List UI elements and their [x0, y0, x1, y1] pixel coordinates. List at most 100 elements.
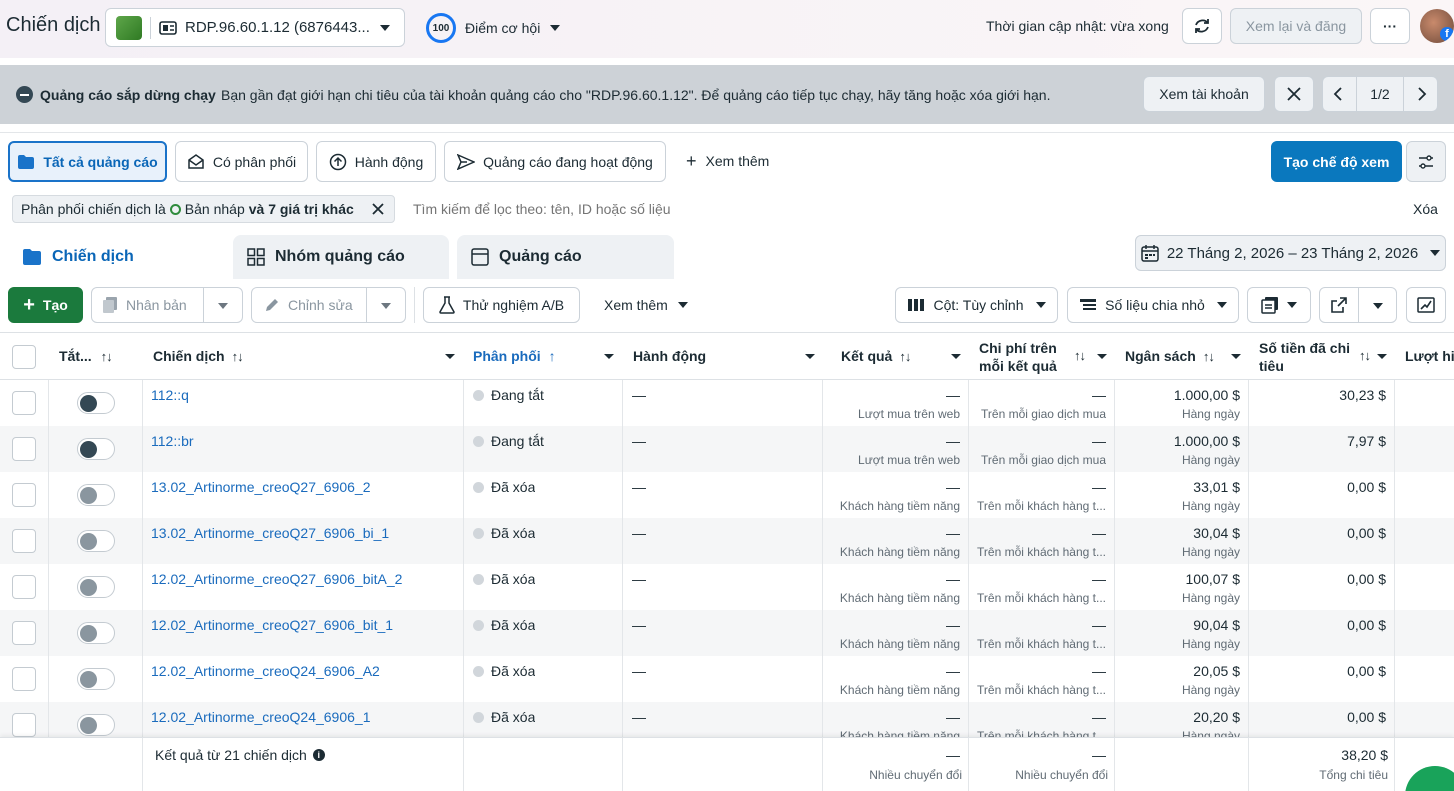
close-icon [1287, 87, 1301, 101]
campaign-toggle[interactable] [77, 484, 115, 506]
table-row[interactable]: 13.02_Artinorme_creoQ27_6906_2 Đã xóa — — Kh… [0, 472, 1454, 518]
footer-spent-sub: Tổng chi tiêu [1319, 768, 1388, 782]
budget-value[interactable]: 90,04 $ [1114, 617, 1240, 633]
chevron-left-icon[interactable] [1333, 87, 1343, 101]
budget-value[interactable]: 100,07 $ [1114, 571, 1241, 587]
header-delivery[interactable]: Phân phối ↑ [473, 348, 614, 364]
account-selector[interactable]: RDP.96.60.1.12 (6876443... [105, 8, 405, 47]
table-row[interactable]: 112::br Đang tắt — — Lượt mua trên web — Trên … [0, 426, 1454, 472]
export-button[interactable] [1319, 287, 1397, 323]
chevron-down-icon [677, 302, 688, 308]
table-row[interactable]: 12.02_Artinorme_creoQ27_6906_bit_1 Đã xóa… [0, 610, 1454, 656]
opportunity-score-dropdown[interactable]: Điểm cơ hội [465, 20, 561, 36]
row-checkbox[interactable] [12, 483, 36, 507]
charts-button[interactable] [1406, 287, 1446, 323]
tab-adsets[interactable]: Nhóm quảng cáo [233, 235, 449, 279]
chevron-right-icon[interactable] [1417, 87, 1427, 101]
header-results[interactable]: Kết quả ↑↓ [841, 348, 961, 364]
info-icon[interactable]: i [312, 749, 325, 761]
table-row[interactable]: 12.02_Artinorme_creoQ24_6906_1 Đã xóa — — Kh… [0, 702, 1454, 737]
view-settings-button[interactable] [1406, 141, 1446, 182]
filter-chip[interactable]: Phân phối chiến dịch là Bản nháp và 7 gi… [12, 195, 395, 223]
campaign-toggle[interactable] [77, 668, 115, 690]
header-budget[interactable]: Ngân sách ↑↓ [1125, 348, 1241, 364]
campaign-name-link[interactable]: 12.02_Artinorme_creoQ24_6906_A2 [151, 663, 456, 679]
row-checkbox[interactable] [12, 713, 36, 737]
create-view-button[interactable]: Tạo chế độ xem [1271, 141, 1402, 182]
row-checkbox[interactable] [12, 437, 36, 461]
create-button[interactable]: + Tạo [8, 287, 83, 323]
close-icon[interactable] [372, 203, 384, 215]
tab-ads[interactable]: Quảng cáo [457, 235, 674, 279]
ab-test-button[interactable]: Thử nghiệm A/B [423, 287, 580, 323]
duplicate-button[interactable]: Nhân bản [91, 287, 243, 323]
delivery-status: Đã xóa [491, 571, 536, 587]
footer-summary-label: Kết quả từ 21 chiến dịch [155, 747, 307, 763]
row-checkbox[interactable] [12, 621, 36, 645]
close-banner-button[interactable] [1274, 76, 1314, 112]
tab-campaigns[interactable]: Chiến dịch [8, 235, 225, 279]
table-row[interactable]: 112::q Đang tắt — — Lượt mua trên web — Trên m… [0, 380, 1454, 426]
budget-value[interactable]: 33,01 $ [1114, 479, 1240, 495]
search-input[interactable] [405, 196, 1385, 222]
budget-value[interactable]: 1.000,00 $ [1114, 387, 1240, 403]
budget-value[interactable]: 30,04 $ [1114, 525, 1240, 541]
status-dot [473, 482, 484, 493]
table-row[interactable]: 13.02_Artinorme_creoQ27_6906_bi_1 Đã xóa —… [0, 518, 1454, 564]
budget-value[interactable]: 20,20 $ [1114, 709, 1240, 725]
campaign-toggle[interactable] [77, 438, 115, 460]
filter-actions[interactable]: Hành động [316, 141, 436, 182]
filter-all-ads[interactable]: Tất cả quảng cáo [8, 141, 167, 182]
row-checkbox[interactable] [12, 391, 36, 415]
edit-button[interactable]: Chỉnh sửa [251, 287, 406, 323]
columns-button[interactable]: Cột: Tùy chỉnh [895, 287, 1058, 323]
campaign-name-link[interactable]: 12.02_Artinorme_creoQ27_6906_bit_1 [151, 617, 456, 633]
toolbar-see-more[interactable]: Xem thêm [604, 297, 688, 313]
columns-label: Cột: Tùy chỉnh [933, 297, 1024, 313]
delivery-status: Đã xóa [491, 525, 536, 541]
campaign-name-link[interactable]: 13.02_Artinorme_creoQ27_6906_2 [151, 479, 456, 495]
header-cost-per-result[interactable]: Chi phí trên mỗi kết quả ↑↓ [979, 339, 1107, 375]
chevron-down-icon[interactable] [218, 303, 228, 309]
footer-result: — [946, 747, 960, 763]
header-amount-spent[interactable]: Số tiền đã chi tiêu ↑↓ [1259, 339, 1387, 375]
campaign-toggle[interactable] [77, 576, 115, 598]
refresh-button[interactable] [1182, 8, 1222, 44]
view-account-button[interactable]: Xem tài khoản [1143, 76, 1265, 112]
row-checkbox[interactable] [12, 575, 36, 599]
header-campaign[interactable]: Chiến dịch ↑↓ [153, 348, 455, 364]
chevron-down-icon[interactable] [381, 303, 391, 309]
campaign-name-link[interactable]: 12.02_Artinorme_creoQ24_6906_1 [151, 709, 456, 725]
campaign-name-link[interactable]: 12.02_Artinorme_creoQ27_6906_bitA_2 [151, 571, 456, 587]
reports-button[interactable] [1247, 287, 1311, 323]
campaign-toggle[interactable] [77, 622, 115, 644]
review-publish-button[interactable]: Xem lại và đăng [1230, 8, 1362, 44]
campaign-name-link[interactable]: 112::br [151, 433, 456, 449]
date-range-picker[interactable]: 22 Tháng 2, 2026 – 23 Tháng 2, 2026 [1135, 235, 1446, 271]
campaign-toggle[interactable] [77, 714, 115, 736]
campaign-toggle[interactable] [77, 392, 115, 414]
filter-delivering[interactable]: Có phân phối [175, 141, 308, 182]
clear-filters-link[interactable]: Xóa [1413, 201, 1438, 217]
select-all-checkbox[interactable] [12, 345, 36, 369]
budget-value[interactable]: 1.000,00 $ [1114, 433, 1240, 449]
chevron-down-icon[interactable] [1373, 303, 1383, 309]
amount-spent-value: 0,00 $ [1347, 479, 1386, 495]
more-options-button[interactable]: ··· [1370, 8, 1410, 44]
table-row[interactable]: 12.02_Artinorme_creoQ24_6906_A2 Đã xóa — — K… [0, 656, 1454, 702]
budget-value[interactable]: 20,05 $ [1114, 663, 1240, 679]
campaign-name-link[interactable]: 112::q [151, 387, 456, 403]
row-checkbox[interactable] [12, 667, 36, 691]
breakdown-button[interactable]: Số liệu chia nhỏ [1067, 287, 1239, 323]
campaign-toggle[interactable] [77, 530, 115, 552]
filter-see-more[interactable]: + Xem thêm [686, 152, 769, 170]
opportunity-score-badge[interactable]: 100 [426, 13, 456, 43]
header-reach[interactable]: Lượt hi [1405, 348, 1454, 364]
campaign-name-link[interactable]: 13.02_Artinorme_creoQ27_6906_bi_1 [151, 525, 456, 541]
filter-active-ads[interactable]: Quảng cáo đang hoạt động [444, 141, 666, 182]
header-toggle[interactable]: Tắt... ↑↓ [59, 348, 113, 364]
table-row[interactable]: 12.02_Artinorme_creoQ27_6906_bitA_2 Đã xó… [0, 564, 1454, 610]
header-actions[interactable]: Hành động [633, 348, 815, 364]
row-checkbox[interactable] [12, 529, 36, 553]
avatar[interactable]: f [1420, 9, 1454, 43]
